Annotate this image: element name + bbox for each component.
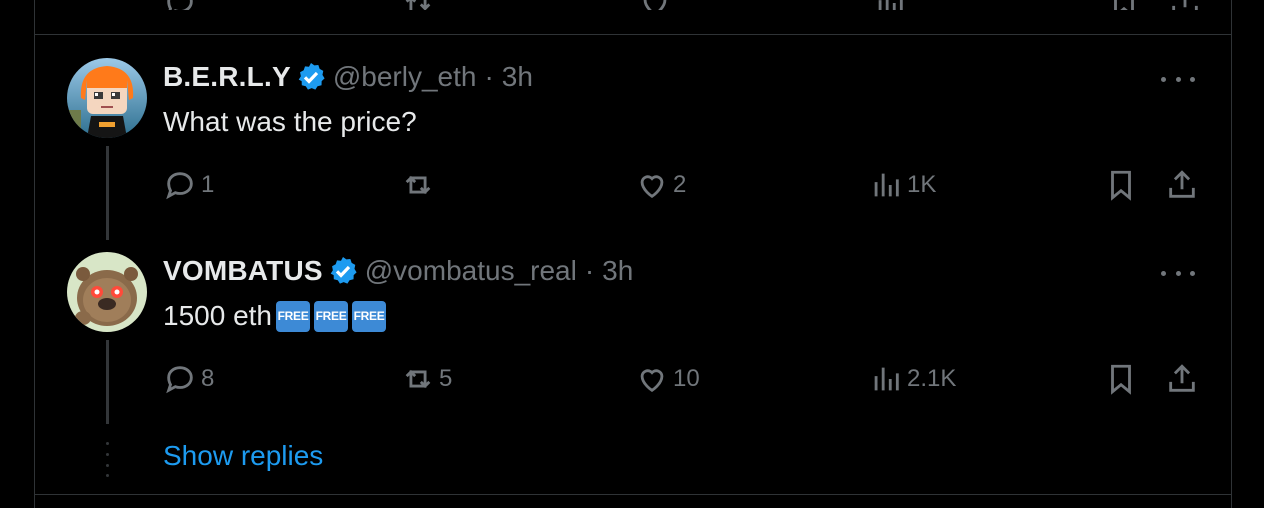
repost-button[interactable]	[401, 168, 439, 202]
like-icon	[640, 175, 664, 199]
like-button[interactable]: 2	[635, 168, 686, 202]
repost-icon	[405, 369, 431, 389]
views-icon	[874, 367, 899, 391]
bookmark-icon[interactable]	[1107, 0, 1141, 10]
bookmark-button[interactable]	[1104, 362, 1138, 396]
like-count: 10	[673, 365, 700, 392]
handle[interactable]: @berly_eth	[333, 61, 477, 93]
free-emoji: FREE	[352, 300, 386, 332]
reply-button[interactable]: 1	[163, 168, 214, 202]
avatar[interactable]	[67, 58, 147, 138]
divider	[35, 494, 1231, 495]
previous-tweet-actions	[35, 0, 1231, 10]
avatar[interactable]	[67, 252, 147, 332]
bookmark-icon	[1111, 170, 1131, 201]
verified-badge-icon[interactable]	[295, 61, 327, 93]
tweet-header: B.E.R.L.Y @berly_eth · 3h	[163, 61, 533, 93]
separator: ·	[484, 61, 494, 92]
free-emoji: FREE	[314, 300, 348, 332]
like-icon	[640, 369, 664, 393]
tweet-text-content: 1500 eth	[163, 300, 272, 331]
views-count: 2.1K	[907, 365, 957, 392]
action-bar: 1 2 1K	[163, 168, 1231, 208]
repost-button[interactable]: 5	[401, 362, 452, 396]
tweet-text: 1500 eth FREE FREE FREE	[163, 300, 386, 332]
reply-count: 1	[201, 171, 215, 198]
views-count: 1K	[907, 171, 937, 198]
separator: ·	[584, 255, 595, 286]
repost-icon[interactable]	[401, 0, 435, 10]
share-button[interactable]	[1165, 362, 1199, 396]
timeline: B.E.R.L.Y @berly_eth · 3h What was the p…	[34, 0, 1232, 508]
timestamp[interactable]: 3h	[502, 61, 533, 93]
more-icon[interactable]	[1161, 69, 1195, 89]
share-icon[interactable]	[1168, 0, 1202, 10]
more-icon[interactable]	[1161, 263, 1195, 283]
like-icon[interactable]	[638, 0, 672, 10]
share-icon	[1169, 170, 1195, 198]
tweet-text-content: What was the price?	[163, 106, 417, 137]
repost-count: 5	[439, 365, 453, 392]
display-name[interactable]: VOMBATUS	[163, 255, 323, 287]
views-icon[interactable]	[873, 0, 907, 10]
tweet-header: VOMBATUS @vombatus_real · 3h	[163, 255, 633, 287]
free-emoji: FREE	[276, 300, 310, 332]
reply-icon[interactable]	[163, 0, 197, 10]
thread-line	[106, 340, 109, 424]
verified-badge-icon[interactable]	[327, 255, 359, 287]
thread-line	[106, 146, 109, 240]
repost-icon	[405, 175, 431, 195]
reply-count: 8	[201, 365, 215, 392]
thread-dots	[106, 440, 109, 477]
handle[interactable]: @vombatus_real	[365, 255, 577, 287]
bookmark-icon	[1111, 364, 1131, 395]
action-bar: 8 5 10 2.1K	[163, 362, 1231, 402]
reply-button[interactable]: 8	[163, 362, 214, 396]
reply-icon	[166, 172, 193, 200]
share-button[interactable]	[1165, 168, 1199, 202]
share-icon	[1169, 364, 1195, 392]
views-button[interactable]: 1K	[869, 168, 936, 202]
views-button[interactable]: 2.1K	[869, 362, 956, 396]
bookmark-button[interactable]	[1104, 168, 1138, 202]
display-name[interactable]: B.E.R.L.Y	[163, 61, 291, 93]
reply-icon	[166, 366, 193, 394]
like-button[interactable]: 10	[635, 362, 700, 396]
like-count: 2	[673, 171, 687, 198]
show-replies-link[interactable]: Show replies	[163, 440, 323, 472]
timestamp[interactable]: 3h	[602, 255, 633, 287]
views-icon	[874, 173, 899, 197]
divider	[35, 34, 1231, 35]
tweet-text: What was the price?	[163, 106, 417, 138]
